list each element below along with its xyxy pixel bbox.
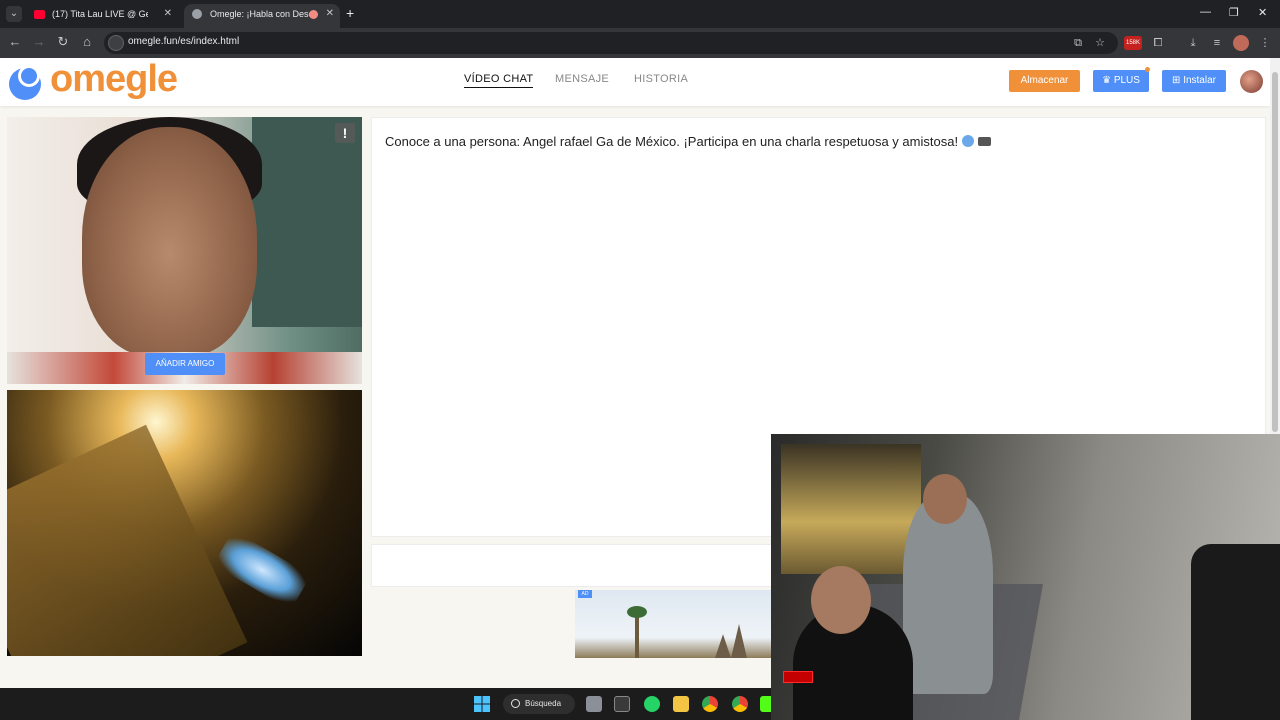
site-header: omegle VÍDEO CHAT MENSAJE HISTORIA Almac… xyxy=(0,58,1270,106)
plus-button[interactable]: ♛ PLUS xyxy=(1093,70,1149,92)
file-explorer-icon[interactable] xyxy=(673,696,689,712)
omegle-logo-icon[interactable] xyxy=(7,62,47,102)
taskbar: Búsqueda xyxy=(0,688,776,720)
close-icon[interactable]: ✕ xyxy=(326,4,334,24)
whatsapp-icon[interactable] xyxy=(644,696,660,712)
install-button[interactable]: ⊞ Instalar xyxy=(1162,70,1226,92)
chat-message-text: Conoce a una persona: Angel rafael Ga de… xyxy=(385,134,959,149)
nav-video-chat[interactable]: VÍDEO CHAT xyxy=(464,73,534,88)
globe-icon xyxy=(962,135,975,147)
app-icon[interactable] xyxy=(614,696,630,712)
install-label: Instalar xyxy=(1183,75,1216,86)
webcam-rec-indicator xyxy=(783,671,813,683)
maximize-icon[interactable]: ❐ xyxy=(1229,6,1239,19)
tab-title: Omegle: ¡Habla con Desconocidos! xyxy=(210,9,310,19)
taskbar-search[interactable]: Búsqueda xyxy=(503,694,575,714)
address-bar[interactable]: omegle.fun/es/index.html xyxy=(104,32,1118,54)
download-icon[interactable]: ⤓ xyxy=(1185,35,1201,51)
minimize-icon[interactable]: — xyxy=(1200,6,1211,18)
profile-icon[interactable] xyxy=(1233,35,1249,51)
camera-icon xyxy=(978,137,992,146)
site-info-icon[interactable] xyxy=(108,35,124,51)
taskbar-search-label: Búsqueda xyxy=(525,699,562,708)
add-friend-button[interactable]: AÑADIR AMIGO xyxy=(145,353,225,375)
light-glare xyxy=(213,530,311,610)
search-icon xyxy=(511,699,520,708)
menu-icon[interactable]: ⋮ xyxy=(1257,35,1273,51)
install-app-icon[interactable]: ⧉ xyxy=(1070,35,1086,51)
close-window-icon[interactable]: ✕ xyxy=(1258,6,1267,19)
install-icon: ⊞ xyxy=(1172,75,1184,86)
report-button[interactable]: ! xyxy=(335,123,355,143)
chat-message: Conoce a una persona: Angel rafael Ga de… xyxy=(385,134,992,149)
webcam-window-view xyxy=(781,444,921,574)
logo-text[interactable]: omegle xyxy=(50,58,178,101)
back-icon[interactable]: ← xyxy=(6,34,24,49)
nav-history[interactable]: HISTORIA xyxy=(634,73,688,85)
media-icon[interactable]: ≡ xyxy=(1209,35,1225,51)
stranger-video: ! AÑADIR AMIGO xyxy=(7,117,362,384)
plus-label: PLUS xyxy=(1113,75,1140,86)
extension-badge[interactable]: 158K xyxy=(1124,36,1142,50)
tab-omegle[interactable]: Omegle: ¡Habla con Desconocidos! ✕ xyxy=(184,4,340,28)
webcam-chair xyxy=(1191,544,1280,720)
background-shelf xyxy=(252,117,362,327)
extensions-icon[interactable]: ⧠ xyxy=(1150,35,1166,51)
home-icon[interactable]: ⌂ xyxy=(78,34,96,49)
ad-badge: AD xyxy=(578,590,592,598)
webcam-person-sitting xyxy=(903,494,993,694)
webcam-person-sitting-head xyxy=(923,474,967,524)
chrome-profile-icon[interactable] xyxy=(732,696,748,712)
tab-youtube[interactable]: (17) Tita Lau LIVE @ Get Closer ✕ xyxy=(26,4,178,28)
url-text: omegle.fun/es/index.html xyxy=(128,36,240,47)
street-scene xyxy=(7,424,248,656)
streamer-webcam xyxy=(771,434,1280,720)
store-button[interactable]: Almacenar xyxy=(1009,70,1080,92)
youtube-icon xyxy=(34,10,45,19)
task-view-icon[interactable] xyxy=(586,696,602,712)
forward-icon[interactable]: → xyxy=(30,34,48,49)
new-tab-button[interactable]: + xyxy=(346,5,354,21)
reload-icon[interactable]: ↻ xyxy=(54,34,72,50)
close-icon[interactable]: ✕ xyxy=(164,4,172,24)
temple-silhouette xyxy=(715,624,755,658)
advertisement[interactable]: AD xyxy=(575,590,775,658)
webcam-person-front-head xyxy=(811,566,871,634)
recording-icon xyxy=(309,10,318,19)
tab-search-chevron-icon[interactable]: ⌄ xyxy=(6,6,22,22)
tab-title: (17) Tita Lau LIVE @ Get Closer xyxy=(52,9,148,19)
palm-trunk xyxy=(635,612,639,658)
globe-icon xyxy=(192,9,202,19)
avatar[interactable] xyxy=(1240,70,1263,93)
stranger-face xyxy=(82,127,257,357)
nav-message[interactable]: MENSAJE xyxy=(555,73,609,85)
chrome-icon[interactable] xyxy=(702,696,718,712)
scrollbar-thumb[interactable] xyxy=(1272,72,1278,432)
notification-dot xyxy=(1145,67,1150,72)
browser-toolbar: ← → ↻ ⌂ omegle.fun/es/index.html ⧉ ☆ ⧠ ⤓… xyxy=(0,28,1280,58)
palm-leaves xyxy=(627,606,647,618)
star-icon[interactable]: ☆ xyxy=(1092,35,1108,51)
windows-start-icon[interactable] xyxy=(474,696,490,712)
self-video xyxy=(7,390,362,656)
tab-strip: ⌄ (17) Tita Lau LIVE @ Get Closer ✕ Omeg… xyxy=(0,0,1280,28)
crown-icon: ♛ xyxy=(1102,75,1114,86)
